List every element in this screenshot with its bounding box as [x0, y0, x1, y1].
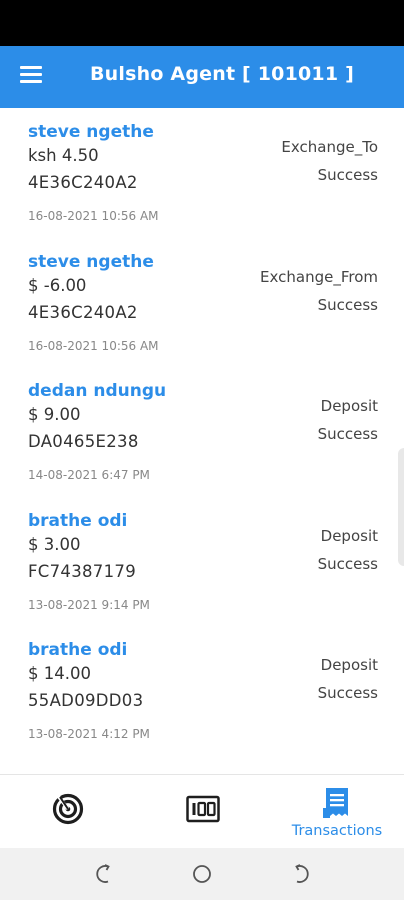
transaction-type: Exchange_To	[281, 138, 378, 156]
transaction-row[interactable]: steve ngethe $ -6.00 4E36C240A2 16-08-20…	[0, 238, 404, 368]
transaction-type: Deposit	[320, 656, 378, 674]
transaction-date: 16-08-2021 10:56 AM	[28, 338, 159, 353]
customer-name: steve ngethe	[28, 251, 154, 272]
system-navigation-bar	[0, 848, 404, 900]
transaction-reference: FC74387179	[28, 561, 136, 581]
transaction-type: Deposit	[320, 397, 378, 415]
recents-icon	[96, 864, 110, 883]
nav-transactions[interactable]: Transactions	[284, 775, 390, 849]
transaction-status: Success	[317, 295, 378, 314]
transaction-date: 13-08-2021 9:14 PM	[28, 597, 150, 612]
home-button[interactable]	[188, 860, 216, 888]
bottom-navigation: Transactions	[0, 774, 404, 849]
receipt-icon	[323, 788, 348, 818]
transaction-status: Success	[317, 684, 378, 702]
transaction-reference: DA0465E238	[28, 432, 139, 451]
customer-name: brathe odi	[28, 640, 128, 660]
transaction-date: 16-08-2021 10:56 AM	[28, 209, 159, 223]
transaction-row[interactable]: brathe odi $ 14.00 55AD09DD03 13-08-2021…	[0, 626, 404, 756]
transaction-reference: 4E36C240A2	[28, 302, 138, 322]
transaction-reference: 4E36C240A2	[28, 173, 138, 192]
app-bar: Bulsho Agent [ 101011 ]	[0, 46, 404, 108]
transaction-type: Deposit	[320, 526, 378, 545]
transaction-row[interactable]: brathe odi $ 3.00 FC74387179 13-08-2021 …	[0, 497, 404, 627]
transaction-date: 14-08-2021 6:47 PM	[28, 468, 150, 482]
edge-panel-handle[interactable]	[398, 448, 404, 566]
counter-icon	[186, 795, 220, 823]
back-button[interactable]	[287, 860, 315, 888]
customer-name: steve ngethe	[28, 122, 154, 142]
transaction-amount: $ 9.00	[28, 405, 81, 424]
transaction-reference: 55AD09DD03	[28, 691, 144, 710]
transaction-status: Success	[317, 425, 378, 443]
transaction-type: Exchange_From	[260, 267, 378, 286]
customer-name: dedan ndungu	[28, 381, 167, 401]
home-icon	[193, 865, 211, 883]
back-icon	[295, 864, 309, 883]
status-bar	[0, 0, 404, 46]
nav-counter[interactable]	[154, 775, 250, 849]
recent-apps-button[interactable]	[90, 860, 118, 888]
transaction-row[interactable]: steve ngethe ksh 4.50 4E36C240A2 16-08-2…	[0, 108, 404, 238]
radar-icon	[52, 793, 84, 825]
transaction-date: 13-08-2021 4:12 PM	[28, 727, 150, 741]
transaction-amount: ksh 4.50	[28, 146, 99, 165]
transactions-list[interactable]: steve ngethe ksh 4.50 4E36C240A2 16-08-2…	[0, 108, 404, 774]
transaction-amount: $ 3.00	[28, 534, 81, 554]
page-title: Bulsho Agent [ 101011 ]	[90, 63, 354, 85]
transaction-status: Success	[317, 554, 378, 573]
transaction-row[interactable]: dedan ndungu $ 9.00 DA0465E238 14-08-202…	[0, 367, 404, 497]
customer-name: brathe odi	[28, 510, 128, 531]
transaction-amount: $ 14.00	[28, 664, 91, 683]
menu-icon[interactable]	[20, 66, 44, 88]
transaction-amount: $ -6.00	[28, 275, 87, 295]
nav-transactions-label: Transactions	[291, 823, 383, 839]
transaction-status: Success	[317, 166, 378, 184]
nav-radar[interactable]	[20, 775, 116, 849]
